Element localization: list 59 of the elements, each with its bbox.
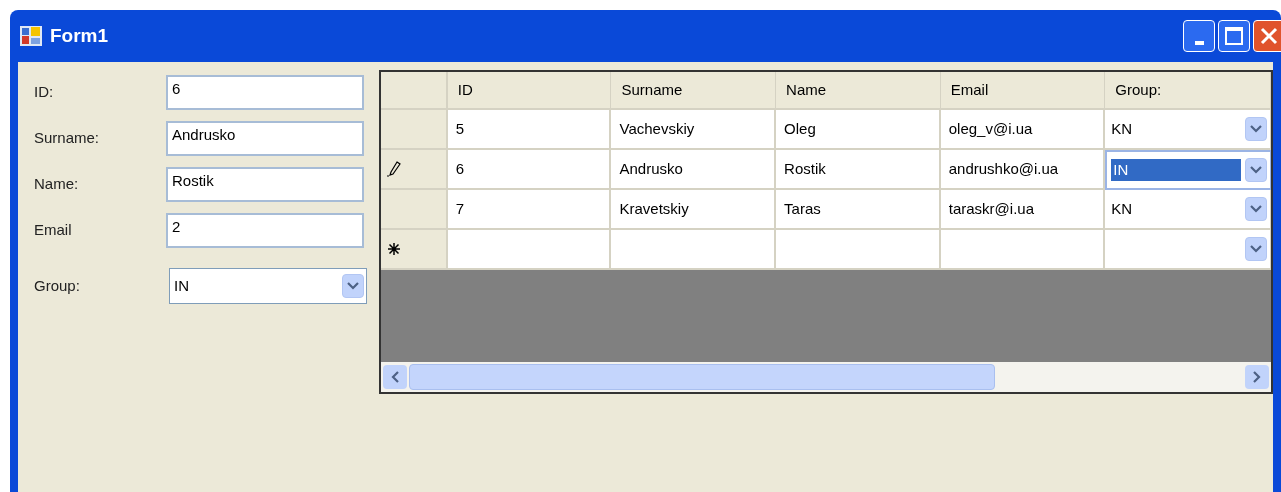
column-header[interactable]: Surname — [611, 72, 777, 108]
chevron-down-icon — [1250, 125, 1262, 133]
row-header[interactable] — [381, 230, 448, 270]
scrollbar-thumb[interactable] — [409, 364, 995, 390]
table-cell-text: 7 — [455, 198, 465, 219]
pencil-icon — [387, 161, 401, 177]
chevron-left-icon — [391, 371, 399, 383]
table-cell-text: Taras — [784, 198, 821, 219]
table-cell-text: Andrusko — [619, 158, 683, 179]
input-field[interactable]: 6 — [166, 74, 364, 110]
cell-value: IN — [1111, 158, 1242, 182]
table-cell-text: oleg_v@i.ua — [948, 118, 1033, 139]
chevron-down-icon — [1250, 166, 1262, 174]
dropdown-button[interactable] — [342, 274, 364, 298]
dropdown-button[interactable] — [1245, 117, 1267, 141]
group-combo-cell[interactable] — [1105, 230, 1271, 270]
close-button[interactable] — [1253, 20, 1281, 52]
chevron-down-icon — [347, 282, 359, 290]
table-cell-text: taraskr@i.ua — [948, 198, 1034, 219]
column-header[interactable]: Group: — [1105, 72, 1271, 108]
table-cell-text: 6 — [455, 158, 465, 179]
field-label: Name: — [33, 173, 80, 194]
group-combo-cell[interactable]: KN — [1105, 190, 1271, 230]
chevron-down-icon — [1250, 205, 1262, 213]
field-label: Email — [33, 219, 73, 240]
chevron-down-icon — [1250, 245, 1262, 253]
window-title: Form1 — [50, 23, 109, 48]
field-label: Surname: — [33, 127, 101, 148]
table-cell-text: 5 — [455, 118, 465, 139]
column-header[interactable]: Email — [940, 72, 1106, 108]
scroll-left-button[interactable] — [383, 365, 407, 389]
input-field[interactable]: Andrusko — [166, 120, 364, 156]
table-cell-text: andrushko@i.ua — [948, 158, 1059, 179]
input-field[interactable]: 2 — [166, 212, 364, 248]
dropdown-button[interactable] — [1245, 197, 1267, 221]
app-icon — [20, 26, 42, 46]
table-cell-text: Rostik — [784, 158, 826, 179]
close-icon — [1260, 27, 1278, 45]
table-cell-text: Vachevskiy — [619, 118, 695, 139]
dropdown-button[interactable] — [1245, 237, 1267, 261]
minimize-icon — [1194, 41, 1204, 45]
asterisk-icon — [387, 242, 401, 256]
input-field[interactable]: Rostik — [166, 166, 364, 202]
scroll-right-button[interactable] — [1245, 365, 1269, 389]
chevron-right-icon — [1253, 371, 1261, 383]
maximize-icon — [1225, 27, 1243, 45]
group-combo-box[interactable]: IN — [169, 268, 367, 304]
column-header[interactable]: ID — [447, 72, 612, 108]
combo-value: IN — [174, 275, 189, 296]
group-combo-cell[interactable]: IN — [1105, 150, 1271, 190]
column-header[interactable]: Name — [776, 72, 941, 108]
dropdown-button[interactable] — [1245, 158, 1267, 182]
table-cell-text: Kravetskiy — [619, 198, 689, 219]
table-cell-text: Oleg — [784, 118, 816, 139]
field-label: ID: — [33, 81, 55, 102]
minimize-button[interactable] — [1183, 20, 1215, 52]
maximize-button[interactable] — [1218, 20, 1250, 52]
field-label: Group: — [33, 275, 81, 296]
group-combo-cell[interactable]: KN — [1105, 110, 1271, 150]
